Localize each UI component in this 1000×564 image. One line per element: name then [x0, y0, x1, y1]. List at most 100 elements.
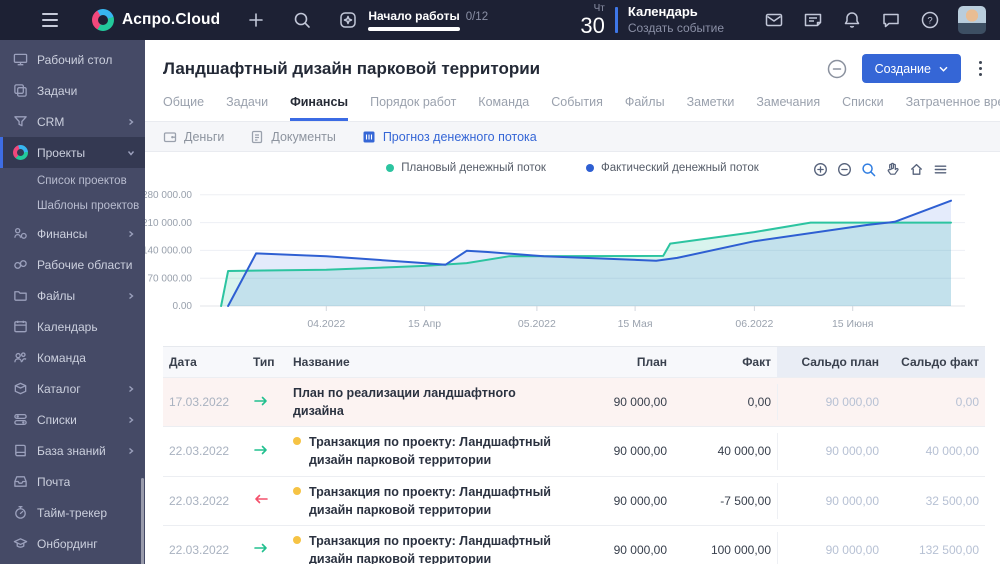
- project-tabs: Общие Задачи Финансы Порядок работ Коман…: [145, 83, 1000, 121]
- sidebar-item-calendar[interactable]: Календарь: [0, 311, 145, 342]
- app-logo[interactable]: Аспро.Cloud: [92, 9, 220, 31]
- legend-fact[interactable]: Фактический денежный поток: [585, 162, 759, 174]
- sidebar-item-projects[interactable]: Проекты: [0, 137, 145, 168]
- transaction-name: Транзакция по проекту: Ландшафтный дизай…: [309, 533, 551, 564]
- search-button[interactable]: [292, 10, 312, 30]
- copy-link-icon[interactable]: [826, 58, 848, 80]
- table-row[interactable]: 22.03.2022 Транзакция по проекту: Ландша…: [163, 524, 985, 564]
- today-date: Чт 30: [580, 2, 605, 38]
- plus-icon: [249, 13, 264, 27]
- document-icon: [252, 130, 263, 143]
- weekday-label: Чт: [593, 2, 605, 14]
- chevron-right-icon: [129, 230, 134, 237]
- table-row[interactable]: 17.03.2022 План по реализации ландшафтно…: [163, 377, 985, 427]
- add-button[interactable]: [246, 10, 266, 30]
- transaction-in-icon: [254, 396, 267, 405]
- home-icon[interactable]: [909, 162, 924, 177]
- col-saldo-plan: Сальдо план: [777, 347, 885, 377]
- catalog-icon: [14, 382, 27, 395]
- tab-lists[interactable]: Списки: [842, 95, 883, 121]
- mail-icon[interactable]: [764, 10, 784, 30]
- svg-text:15 Июня: 15 Июня: [832, 318, 874, 330]
- svg-text:280 000.00: 280 000.00: [145, 190, 192, 201]
- tab-notes[interactable]: Заметки: [687, 95, 735, 121]
- sidebar-item-knowledge-base[interactable]: База знаний: [0, 435, 145, 466]
- lists-icon: [14, 413, 27, 426]
- sidebar-item-finance[interactable]: Финансы: [0, 218, 145, 249]
- tab-general[interactable]: Общие: [163, 95, 204, 121]
- sidebar-item-files[interactable]: Файлы: [0, 280, 145, 311]
- sidebar-item-crm[interactable]: CRM: [0, 106, 145, 137]
- chart-menu-icon[interactable]: [933, 162, 948, 177]
- box-zoom-icon[interactable]: [861, 162, 876, 177]
- tab-work-order[interactable]: Порядок работ: [370, 95, 456, 121]
- transaction-in-icon: [254, 445, 267, 455]
- sidebar-item-team[interactable]: Команда: [0, 342, 145, 373]
- create-event-link[interactable]: Создать событие: [628, 21, 724, 36]
- chat-icon[interactable]: [881, 10, 901, 30]
- chevron-right-icon: [129, 416, 134, 423]
- sidebar-item-lists[interactable]: Списки: [0, 404, 145, 435]
- create-button[interactable]: Создание: [861, 54, 961, 83]
- page-title: Ландшафтный дизайн парковой территории: [163, 58, 541, 78]
- knowledge-base-icon: [15, 444, 26, 457]
- svg-text:04.2022: 04.2022: [307, 318, 345, 330]
- notes-icon[interactable]: [803, 10, 823, 30]
- sidebar-item-desktop[interactable]: Рабочий стол: [0, 44, 145, 75]
- notifications-bell-icon[interactable]: [842, 10, 862, 30]
- graduation-cap-icon: [13, 538, 28, 548]
- pan-icon[interactable]: [885, 162, 900, 177]
- tab-tasks[interactable]: Задачи: [226, 95, 268, 121]
- sidebar-item-catalog[interactable]: Каталог: [0, 373, 145, 404]
- sidebar-scrollbar[interactable]: [141, 478, 144, 564]
- help-icon[interactable]: ?: [920, 10, 940, 30]
- chevron-right-icon: [129, 118, 134, 125]
- getting-started[interactable]: Начало работы 0/12: [338, 9, 488, 31]
- chevron-right-icon: [129, 447, 134, 454]
- topbar: Аспро.Cloud Начало работы 0/12 Чт 30 Кал…: [0, 0, 1000, 40]
- table-row[interactable]: 22.03.2022 Транзакция по проекту: Ландша…: [163, 475, 985, 525]
- svg-text:06.2022: 06.2022: [735, 318, 773, 330]
- finance-icon: [14, 227, 27, 239]
- subtab-cashflow-forecast[interactable]: Прогноз денежного потока: [362, 130, 537, 144]
- zoom-in-icon[interactable]: [813, 162, 828, 177]
- user-avatar[interactable]: [958, 6, 986, 34]
- sidebar-subitem-project-list[interactable]: Список проектов: [0, 168, 145, 193]
- menu-toggle-icon[interactable]: [42, 13, 58, 27]
- tab-finance[interactable]: Финансы: [290, 95, 349, 121]
- tab-events[interactable]: События: [551, 95, 603, 121]
- sidebar-item-tasks[interactable]: Задачи: [0, 75, 145, 106]
- calendar-widget[interactable]: Календарь Создать событие: [628, 4, 724, 35]
- day-number: 30: [580, 12, 605, 38]
- svg-text:0.00: 0.00: [173, 301, 193, 312]
- subtab-documents[interactable]: Документы: [250, 130, 336, 144]
- subtab-money[interactable]: Деньги: [163, 130, 224, 144]
- tab-files[interactable]: Файлы: [625, 95, 665, 121]
- tab-time-spent[interactable]: Затраченное время: [906, 95, 1000, 121]
- cashflow-chart[interactable]: 0.00 70 000.00 140 000.00 210 000.00 280 000…: [145, 182, 990, 332]
- table-row[interactable]: 22.03.2022 Транзакция по проекту: Ландша…: [163, 426, 985, 475]
- table-header: Дата Тип Название План Факт Сальдо план …: [163, 347, 985, 377]
- tab-remarks[interactable]: Замечания: [756, 95, 820, 121]
- col-plan: План: [636, 355, 667, 369]
- transaction-name: Транзакция по проекту: Ландшафтный дизай…: [309, 435, 551, 468]
- col-date: Дата: [169, 355, 197, 369]
- col-saldo-fact: Сальдо факт: [885, 347, 985, 377]
- legend-plan[interactable]: Плановый денежный поток: [386, 162, 546, 174]
- sidebar-subitem-project-templates[interactable]: Шаблоны проектов: [0, 193, 145, 218]
- status-dot: [293, 486, 301, 495]
- chevron-right-icon: [129, 385, 134, 392]
- sidebar-item-time-tracker[interactable]: Тайм-трекер: [0, 497, 145, 528]
- getting-started-icon: [340, 12, 357, 28]
- zoom-out-icon[interactable]: [837, 162, 852, 177]
- files-icon: [14, 291, 27, 301]
- calendar-title: Календарь: [627, 4, 698, 20]
- sidebar-item-workspaces[interactable]: Рабочие области: [0, 249, 145, 280]
- tab-team[interactable]: Команда: [478, 95, 529, 121]
- sidebar: Рабочий стол Задачи CRM Проекты Список п…: [0, 40, 145, 564]
- more-options-icon[interactable]: [975, 59, 986, 78]
- main-content: Ландшафтный дизайн парковой территории С…: [145, 40, 1000, 564]
- sidebar-item-mail[interactable]: Почта: [0, 466, 145, 497]
- sidebar-item-onboarding[interactable]: Онбординг: [0, 528, 145, 559]
- svg-text:210 000.00: 210 000.00: [145, 218, 192, 229]
